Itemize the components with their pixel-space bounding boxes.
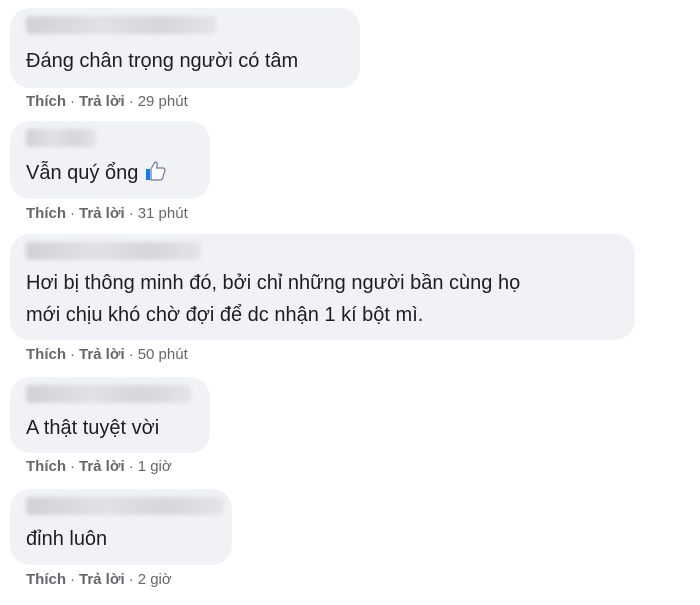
reply-link[interactable]: Trả lời: [79, 458, 125, 475]
comment-item: Vẫn quý ổng Thích · Trả lời · 31 phút: [10, 121, 210, 222]
comment-time[interactable]: 31 phút: [138, 205, 188, 222]
comment-text: đỉnh luôn: [26, 528, 108, 550]
comment-actions: Thích · Trả lời · 50 phút: [26, 346, 188, 363]
author-name-blurred[interactable]: [26, 242, 201, 260]
comment-bubble: Đáng chân trọng người có tâm: [10, 8, 360, 88]
comment-text: A thật tuyệt vời: [26, 417, 160, 439]
like-link[interactable]: Thích: [26, 458, 66, 475]
comment-bubble: Vẫn quý ổng: [10, 121, 210, 199]
comment-actions: Thích · Trả lời · 31 phút: [26, 205, 188, 222]
reply-link[interactable]: Trả lời: [79, 205, 125, 222]
thumbs-up-icon: [146, 161, 166, 181]
reply-link[interactable]: Trả lời: [79, 93, 125, 110]
comment-item: A thật tuyệt vời Thích · Trả lời · 1 giờ: [10, 377, 210, 475]
comment-time[interactable]: 29 phút: [138, 93, 188, 110]
like-link[interactable]: Thích: [26, 205, 66, 222]
comment-time[interactable]: 50 phút: [138, 346, 188, 363]
comment-text: Hơi bị thông minh đó, bởi chỉ những ngườ…: [26, 272, 521, 294]
comment-bubble: Hơi bị thông minh đó, bởi chỉ những ngườ…: [10, 234, 635, 340]
comment-actions: Thích · Trả lời · 2 giờ: [26, 571, 172, 588]
author-name-blurred[interactable]: [26, 16, 216, 34]
reply-link[interactable]: Trả lời: [79, 571, 125, 588]
like-link[interactable]: Thích: [26, 346, 66, 363]
reply-link[interactable]: Trả lời: [79, 346, 125, 363]
comment-text-line-2: mới chịu khó chờ đợi để dc nhận 1 kí bột…: [26, 304, 424, 326]
like-link[interactable]: Thích: [26, 93, 66, 110]
comment-time[interactable]: 2 giờ: [138, 571, 172, 588]
comment-text: Vẫn quý ổng: [26, 158, 168, 188]
author-name-blurred[interactable]: [26, 385, 191, 403]
comment-item: Đáng chân trọng người có tâm Thích · Trả l…: [10, 8, 360, 110]
like-link[interactable]: Thích: [26, 571, 66, 588]
comment-actions: Thích · Trả lời · 29 phút: [26, 93, 188, 110]
author-name-blurred[interactable]: [26, 497, 224, 515]
author-name-blurred[interactable]: [26, 129, 96, 147]
comment-actions: Thích · Trả lời · 1 giờ: [26, 458, 172, 475]
comment-text: Đáng chân trọng người có tâm: [26, 50, 299, 72]
comment-bubble: A thật tuyệt vời: [10, 377, 210, 453]
comment-time[interactable]: 1 giờ: [138, 458, 172, 475]
comment-bubble: đỉnh luôn: [10, 489, 232, 565]
comment-item: đỉnh luôn Thích · Trả lời · 2 giờ: [10, 489, 232, 588]
comment-item: Hơi bị thông minh đó, bởi chỉ những ngườ…: [10, 234, 635, 363]
